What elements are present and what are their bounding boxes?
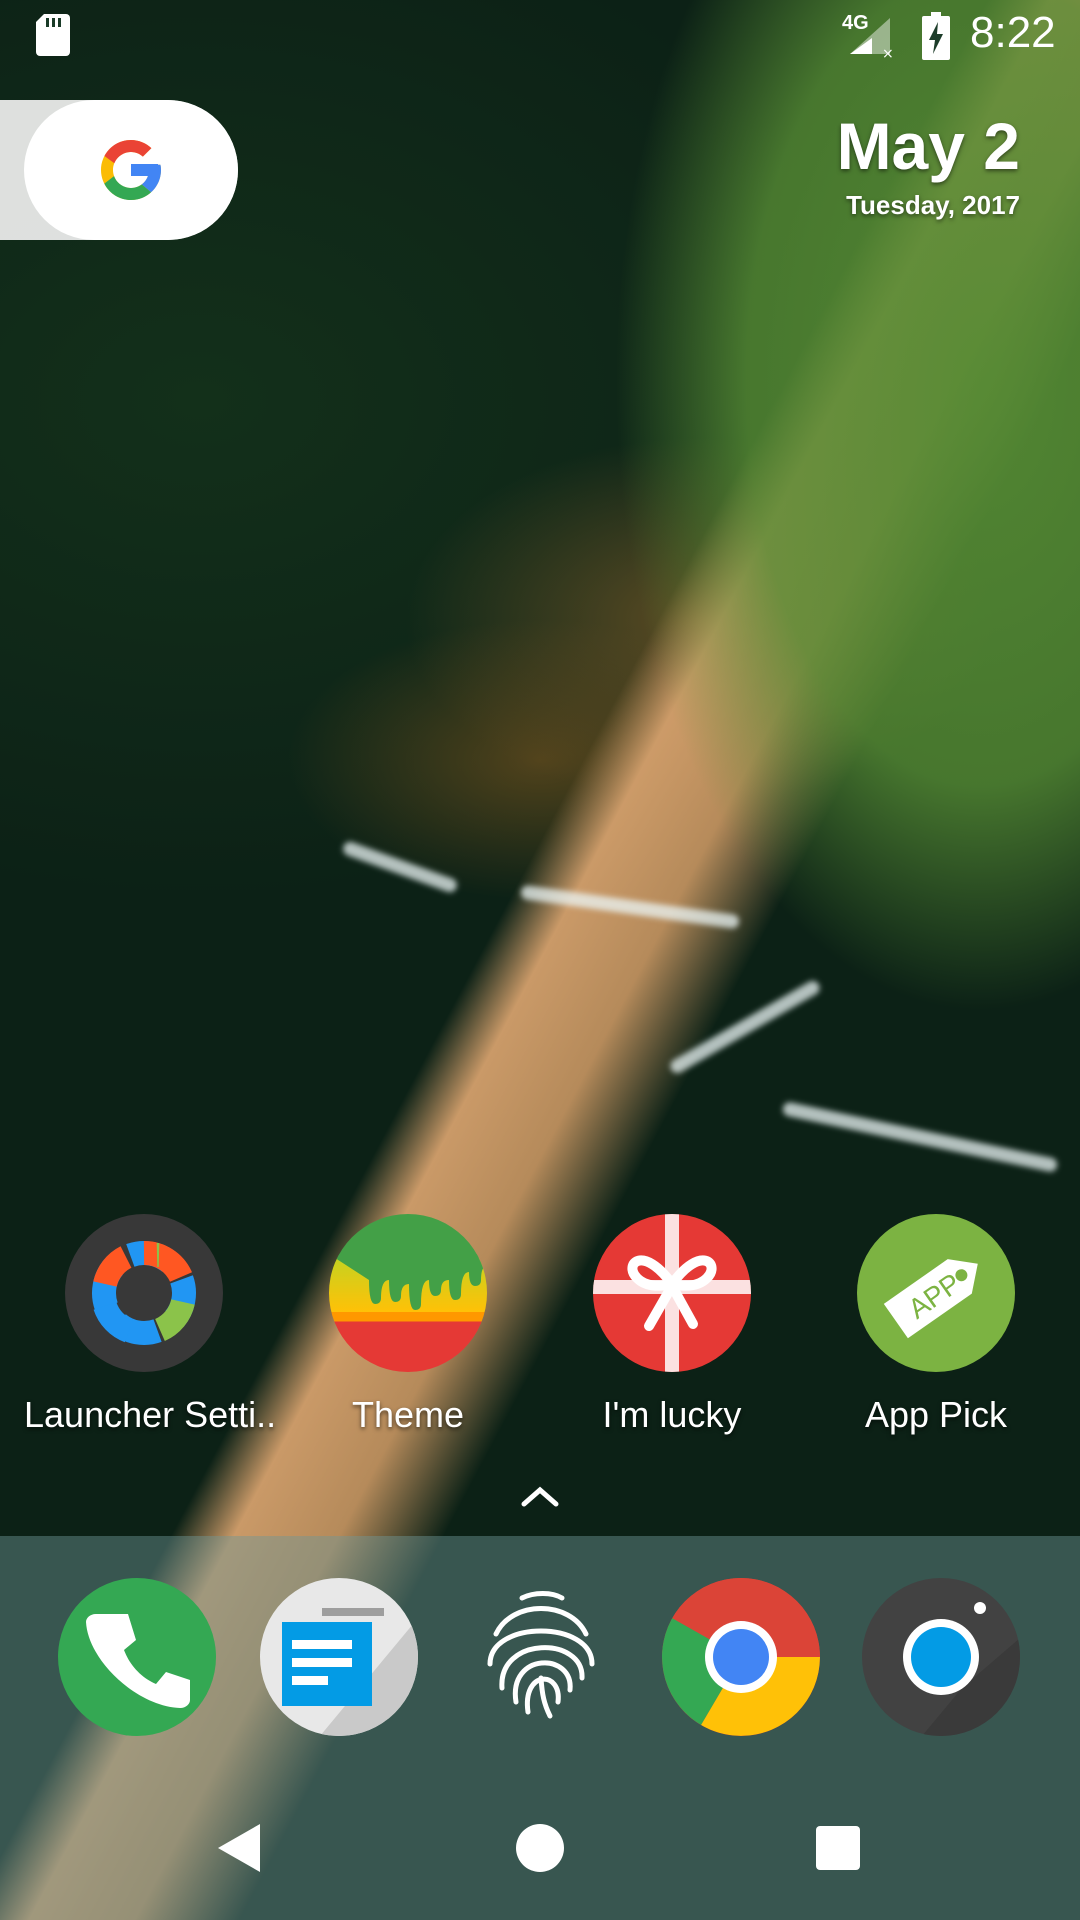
chevron-up-icon[interactable]	[520, 1484, 560, 1508]
status-bar: 4G × 8:22	[0, 0, 1080, 72]
app-app-pick[interactable]: APP App Pick	[816, 1214, 1056, 1444]
recents-icon[interactable]	[816, 1826, 860, 1870]
phone-icon[interactable]	[58, 1578, 216, 1736]
chrome-icon[interactable]	[662, 1578, 820, 1736]
svg-text:×: ×	[882, 46, 894, 60]
google-search-button[interactable]	[24, 100, 238, 240]
wave-foam	[667, 978, 823, 1076]
theme-icon	[329, 1214, 487, 1372]
app-label: Theme	[351, 1394, 465, 1435]
date-widget-weekday[interactable]: Tuesday, 2017	[846, 190, 1020, 221]
app-theme[interactable]: Theme	[288, 1214, 528, 1444]
battery-charging-icon	[922, 12, 950, 60]
google-g-icon	[101, 140, 161, 200]
home-icon[interactable]	[516, 1824, 564, 1872]
wave-foam	[341, 839, 459, 895]
app-tag-icon: APP	[857, 1214, 1015, 1372]
status-clock: 8:22	[970, 8, 1056, 57]
launcher-settings-icon	[65, 1214, 223, 1372]
wave-foam	[781, 1101, 1059, 1173]
sd-card-icon	[36, 14, 70, 56]
fingerprint-icon[interactable]	[462, 1578, 620, 1736]
signal-icon: ×	[850, 18, 894, 60]
app-launcher-settings[interactable]: Launcher Setti..	[24, 1214, 277, 1444]
gift-icon	[593, 1214, 751, 1372]
messages-icon[interactable]	[260, 1578, 418, 1736]
wave-foam	[520, 884, 740, 930]
date-widget-date[interactable]: May 2	[837, 108, 1020, 184]
google-search-widget[interactable]	[0, 100, 238, 240]
app-label: Launcher Setti..	[24, 1394, 277, 1435]
app-label: I'm lucky	[602, 1394, 742, 1435]
camera-icon[interactable]	[862, 1578, 1020, 1736]
app-label: App Pick	[864, 1394, 1008, 1435]
back-icon[interactable]	[214, 1822, 264, 1874]
app-im-lucky[interactable]: I'm lucky	[552, 1214, 792, 1444]
